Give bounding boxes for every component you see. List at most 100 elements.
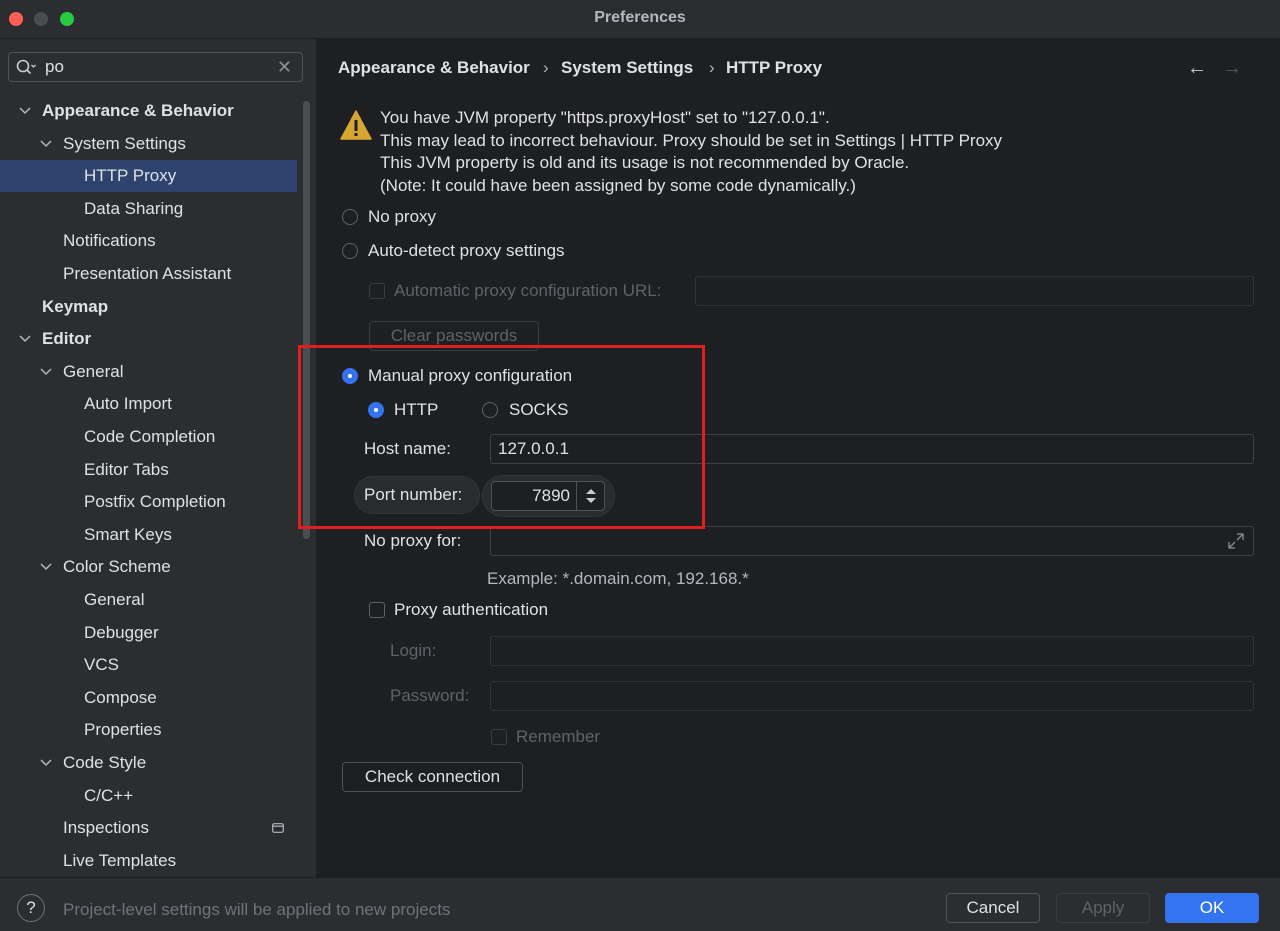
settings-search-box[interactable]: ✕ bbox=[8, 52, 303, 82]
login-field[interactable] bbox=[490, 636, 1254, 666]
sidebar-item-appearance-behavior[interactable]: Appearance & Behavior bbox=[0, 95, 297, 127]
password-input[interactable] bbox=[498, 686, 1184, 706]
sidebar-item-label: C/C++ bbox=[84, 785, 134, 805]
sidebar-item-label: General bbox=[84, 590, 145, 609]
sidebar-item-label: System Settings bbox=[63, 133, 186, 153]
cancel-button[interactable]: Cancel bbox=[946, 893, 1040, 923]
sidebar-item-inspections[interactable]: Inspections bbox=[0, 812, 297, 844]
auto-config-url-field[interactable] bbox=[695, 276, 1254, 306]
sidebar-item-system-settings[interactable]: System Settings bbox=[0, 128, 297, 160]
manual-proxy-label: Manual proxy configuration bbox=[368, 366, 573, 385]
sidebar-item-code-completion[interactable]: Code Completion bbox=[0, 421, 297, 453]
breadcrumb-http-proxy: HTTP Proxy bbox=[726, 58, 823, 77]
no-proxy-for-field[interactable] bbox=[490, 526, 1254, 556]
manual-proxy-radio[interactable] bbox=[342, 368, 358, 384]
sidebar-item-debugger[interactable]: Debugger bbox=[0, 617, 297, 649]
sidebar-item-label: Presentation Assistant bbox=[63, 264, 232, 283]
sidebar-item-presentation-assistant[interactable]: Presentation Assistant bbox=[0, 258, 297, 290]
remember-checkbox[interactable] bbox=[491, 729, 507, 745]
project-level-note: Project-level settings will be applied t… bbox=[63, 900, 451, 919]
breadcrumb: Appearance & Behavior › System Settings … bbox=[317, 39, 1280, 93]
sidebar-item-general[interactable]: General bbox=[0, 356, 297, 388]
forward-arrow-icon[interactable]: → bbox=[1222, 57, 1242, 80]
no-proxy-radio[interactable] bbox=[342, 209, 358, 225]
host-name-field[interactable] bbox=[490, 434, 1254, 464]
sidebar-item-label: HTTP Proxy bbox=[84, 166, 177, 186]
sidebar-item-c-c[interactable]: C/C++ bbox=[0, 780, 297, 812]
sidebar-item-label: Keymap bbox=[42, 296, 109, 316]
sidebar-item-live-templates[interactable]: Live Templates bbox=[0, 845, 297, 877]
no-proxy-for-input[interactable] bbox=[498, 531, 1184, 551]
sidebar-item-label: Inspections bbox=[63, 818, 149, 838]
warning-triangle-icon bbox=[340, 110, 372, 140]
sidebar-item-keymap[interactable]: Keymap bbox=[0, 291, 297, 323]
clear-search-icon[interactable]: ✕ bbox=[277, 57, 292, 78]
chevron-down-icon[interactable] bbox=[39, 365, 53, 379]
clear-passwords-button[interactable]: Clear passwords bbox=[369, 321, 539, 351]
remember-label: Remember bbox=[516, 727, 601, 746]
warning-line: (Note: It could have been assigned by so… bbox=[380, 175, 856, 195]
port-number-spinner[interactable] bbox=[491, 481, 605, 511]
chevron-down-icon[interactable] bbox=[18, 332, 32, 346]
socks-label: SOCKS bbox=[509, 400, 569, 419]
http-label: HTTP bbox=[394, 400, 439, 419]
auto-detect-label: Auto-detect proxy settings bbox=[368, 241, 565, 260]
sidebar-item-code-style[interactable]: Code Style bbox=[0, 747, 297, 779]
sidebar-item-data-sharing[interactable]: Data Sharing bbox=[0, 193, 297, 225]
help-icon[interactable]: ? bbox=[17, 894, 45, 922]
back-arrow-icon[interactable]: ← bbox=[1187, 57, 1207, 80]
auto-detect-radio[interactable] bbox=[342, 243, 358, 259]
sidebar-item-label: Auto Import bbox=[84, 394, 172, 414]
sidebar-item-color-scheme[interactable]: Color Scheme bbox=[0, 551, 297, 583]
password-field[interactable] bbox=[490, 681, 1254, 711]
sidebar-item-label: Notifications bbox=[63, 231, 156, 251]
auto-config-url-input[interactable] bbox=[703, 281, 1205, 301]
no-proxy-label: No proxy bbox=[368, 207, 437, 226]
http-proxy-settings: You have JVM property "https.proxyHost" … bbox=[298, 93, 1280, 877]
sidebar-item-label: Code Style bbox=[63, 753, 147, 772]
expand-field-icon[interactable] bbox=[1227, 532, 1245, 550]
sidebar-item-editor-tabs[interactable]: Editor Tabs bbox=[0, 454, 297, 486]
http-radio[interactable] bbox=[368, 402, 384, 418]
chevron-down-icon[interactable] bbox=[18, 104, 32, 118]
chevron-down-icon[interactable] bbox=[39, 137, 53, 151]
sidebar-item-smart-keys[interactable]: Smart Keys bbox=[0, 519, 297, 551]
sidebar-item-vcs[interactable]: VCS bbox=[0, 649, 297, 681]
apply-button[interactable]: Apply bbox=[1056, 893, 1150, 923]
chevron-down-icon[interactable] bbox=[39, 756, 53, 770]
sidebar-item-label: VCS bbox=[84, 655, 119, 675]
sidebar-item-notifications[interactable]: Notifications bbox=[0, 225, 297, 257]
breadcrumb-system-settings[interactable]: System Settings bbox=[561, 58, 693, 78]
auto-config-url-label: Automatic proxy configuration URL: bbox=[394, 281, 662, 300]
warning-line: This may lead to incorrect behaviour. Pr… bbox=[380, 130, 1003, 150]
breadcrumb-appearance-behavior[interactable]: Appearance & Behavior bbox=[338, 58, 530, 78]
sidebar-item-http-proxy[interactable]: HTTP Proxy bbox=[0, 160, 297, 193]
sidebar-item-auto-import[interactable]: Auto Import bbox=[0, 388, 297, 420]
settings-sidebar: ✕ Appearance & Behavior System Settings HT… bbox=[0, 39, 317, 877]
port-spinner-buttons[interactable] bbox=[576, 482, 605, 510]
no-proxy-example-text: Example: *.domain.com, 192.168.* bbox=[487, 569, 749, 588]
settings-main-panel: Appearance & Behavior › System Settings … bbox=[298, 39, 1280, 877]
check-connection-button[interactable]: Check connection bbox=[342, 762, 523, 792]
breadcrumb-separator: › bbox=[543, 58, 549, 77]
sidebar-item-label: Debugger bbox=[84, 622, 159, 642]
sidebar-item-compose[interactable]: Compose bbox=[0, 682, 297, 714]
sidebar-scrollbar[interactable] bbox=[303, 101, 310, 539]
ok-button[interactable]: OK bbox=[1165, 893, 1259, 923]
login-input[interactable] bbox=[498, 641, 1184, 661]
proxy-authentication-checkbox[interactable] bbox=[369, 602, 385, 618]
sidebar-item-properties[interactable]: Properties bbox=[0, 714, 297, 746]
search-input[interactable] bbox=[45, 56, 265, 78]
sidebar-item-label: General bbox=[63, 361, 124, 381]
port-number-input[interactable] bbox=[496, 486, 570, 506]
sidebar-item-editor[interactable]: Editor bbox=[0, 323, 297, 355]
sidebar-item-general[interactable]: General bbox=[0, 584, 297, 616]
sidebar-item-postfix-completion[interactable]: Postfix Completion bbox=[0, 486, 297, 518]
warning-line: You have JVM property "https.proxyHost" … bbox=[380, 108, 830, 127]
chevron-down-icon[interactable] bbox=[39, 560, 53, 574]
sidebar-item-label: Data Sharing bbox=[84, 198, 184, 218]
socks-radio[interactable] bbox=[482, 402, 498, 418]
host-name-input[interactable] bbox=[498, 439, 1184, 459]
spinner-up-down-icon[interactable] bbox=[577, 482, 605, 510]
auto-config-url-checkbox[interactable] bbox=[369, 283, 385, 299]
